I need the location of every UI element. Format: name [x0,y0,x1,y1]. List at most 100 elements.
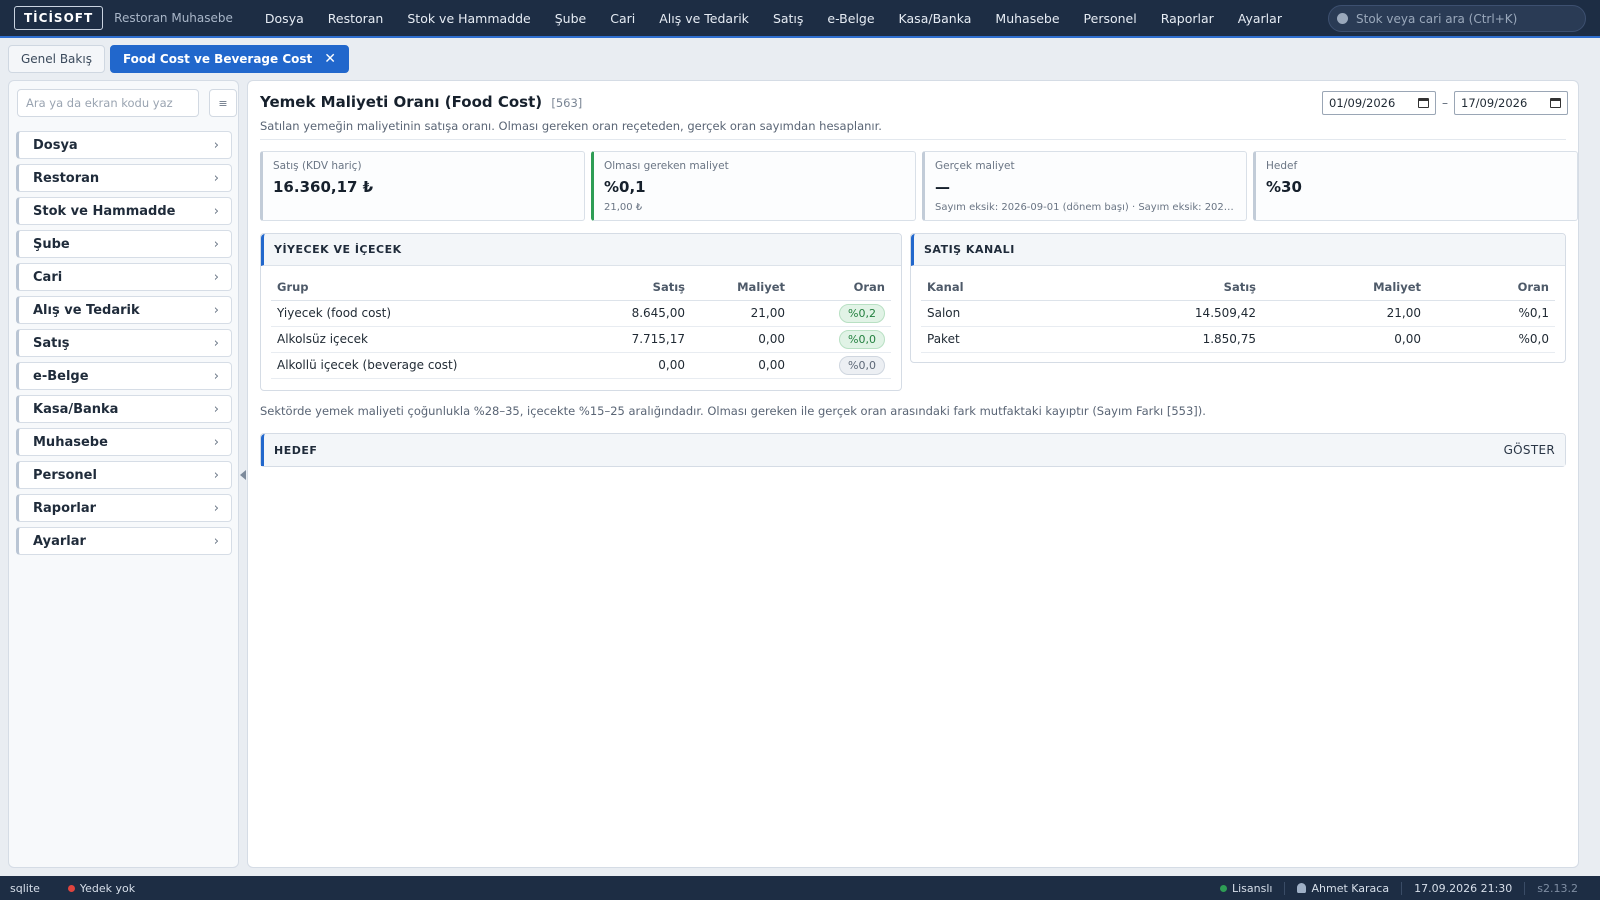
sidebar-item-ayarlar[interactable]: Ayarlar › [16,527,232,555]
cell-cost: 21,00 [691,300,791,327]
table-row[interactable]: Alkolsüz içecek 7.715,17 0,00 %0,0 [271,326,891,353]
column-header: Satış [571,274,691,301]
cell-channel: Paket [921,326,1081,353]
cell-sales: 14.509,42 [1081,300,1262,327]
date-range: 01/09/2026 – 17/09/2026 [1322,91,1568,115]
chevron-right-icon: › [213,467,219,483]
sidebar-item-personel[interactable]: Personel › [16,461,232,489]
user-name: Ahmet Karaca [1311,881,1390,895]
status-right: Lisanslı Ahmet Karaca 17.09.2026 21:30 s… [1208,881,1590,895]
menu-list-icon[interactable]: ≡ [209,89,237,117]
show-toggle-button[interactable]: GÖSTER [1504,443,1555,457]
date-separator: – [1442,96,1448,110]
date-to-field[interactable]: 17/09/2026 [1454,91,1568,115]
close-icon[interactable]: ✕ [324,51,336,67]
error-dot-icon [67,884,75,892]
sidebar-item-stok[interactable]: Stok ve Hammadde › [16,197,232,225]
card-header: HEDEF GÖSTER [261,434,1565,466]
sidebar-item-cari[interactable]: Cari › [16,263,232,291]
topnav-kasa[interactable]: Kasa/Banka [887,11,984,26]
sales-channel-card: SATIŞ KANALI Kanal Satış Maliyet Oran Sa… [910,233,1566,363]
divider [260,139,1566,140]
topnav-raporlar[interactable]: Raporlar [1149,11,1226,26]
topnav-cari[interactable]: Cari [598,11,647,26]
topnav-muhasebe[interactable]: Muhasebe [983,11,1071,26]
sidebar-item-label: Satış [33,335,70,351]
version-label: s2.13.2 [1537,881,1578,895]
kpi-value: — [935,178,950,196]
sidebar-collapse-handle[interactable] [240,470,246,480]
cell-sales: 7.715,17 [571,326,691,353]
kpi-note: Sayım eksik: 2026-09-01 (dönem başı) · S… [935,202,1236,213]
card-title: HEDEF [274,443,318,457]
page-title: Yemek Maliyeti Oranı (Food Cost) [563] [260,93,582,111]
sidebar-item-label: Alış ve Tedarik [33,302,140,318]
kpi-note: 21,00 ₺ [604,202,643,213]
sidebar-item-ebelge[interactable]: e-Belge › [16,362,232,390]
sidebar-search-input[interactable] [17,89,199,117]
topnav-ebelge[interactable]: e-Belge [815,11,886,26]
card-header: SATIŞ KANALI [911,234,1565,266]
card-title: SATIŞ KANALI [924,243,1015,256]
food-beverage-table: Grup Satış Maliyet Oran Yiyecek (food co… [271,274,891,379]
sidebar-item-label: Cari [33,269,63,285]
cell-sales: 8.645,00 [571,300,691,327]
sidebar-item-kasa[interactable]: Kasa/Banka › [16,395,232,423]
kpi-expected-cost: Olması gereken maliyet %0,1 21,00 ₺ [591,151,916,221]
user-status[interactable]: Ahmet Karaca [1284,881,1401,895]
sidebar-item-dosya[interactable]: Dosya › [16,131,232,159]
table-row[interactable]: Alkollü içecek (beverage cost) 0,00 0,00… [271,352,891,379]
ok-dot-icon [1220,884,1227,892]
date-to-value: 17/09/2026 [1461,96,1528,110]
sidebar-item-raporlar[interactable]: Raporlar › [16,494,232,522]
sidebar-item-label: Personel [33,467,97,483]
chevron-right-icon: › [213,434,219,450]
sidebar-item-satis[interactable]: Satış › [16,329,232,357]
tab-food-cost[interactable]: Food Cost ve Beverage Cost ✕ [109,45,349,73]
card-header: YİYECEK VE İÇECEK [261,234,901,266]
app-subtitle: Restoran Muhasebe [114,11,233,25]
app-logo[interactable]: TİCİSOFT [14,6,104,30]
topnav-ayarlar[interactable]: Ayarlar [1226,11,1294,26]
chevron-right-icon: › [213,269,219,285]
calendar-icon[interactable] [1550,98,1561,108]
tab-genel-bakis[interactable]: Genel Bakış [8,45,105,73]
sidebar-item-label: Muhasebe [33,434,108,450]
sidebar-item-restoran[interactable]: Restoran › [16,164,232,192]
sidebar-item-muhasebe[interactable]: Muhasebe › [16,428,232,456]
cell-sales: 1.850,75 [1081,326,1262,353]
topnav-dosya[interactable]: Dosya [253,11,316,26]
kpi-row: Satış (KDV hariç) 16.360,17 ₺ Olması ger… [260,151,1578,221]
cell-cost: 21,00 [1262,300,1427,327]
global-search-input[interactable] [1356,11,1576,26]
topnav-restoran[interactable]: Restoran [316,11,396,26]
date-from-field[interactable]: 01/09/2026 [1322,91,1436,115]
sidebar-menu: Dosya › Restoran › Stok ve Hammadde › Şube ›… [16,131,232,560]
topnav-sube[interactable]: Şube [543,11,598,26]
table-row[interactable]: Salon 14.509,42 21,00 %0,1 [921,300,1555,327]
sidebar-search-row: ≡ [17,89,237,117]
cell-ratio: %0,0 [1427,326,1555,353]
kpi-label: Hedef [1266,160,1298,172]
sidebar-item-label: Stok ve Hammadde [33,203,176,219]
page-title-text: Yemek Maliyeti Oranı (Food Cost) [260,93,543,111]
sidebar-item-sube[interactable]: Şube › [16,230,232,258]
table-row[interactable]: Yiyecek (food cost) 8.645,00 21,00 %0,2 [271,300,891,327]
sidebar-item-label: Restoran [33,170,100,186]
kpi-actual-cost: Gerçek maliyet — Sayım eksik: 2026-09-01… [922,151,1247,221]
license-label: Lisanslı [1232,881,1273,895]
table-header-row: Grup Satış Maliyet Oran [271,274,891,301]
topnav-stok[interactable]: Stok ve Hammadde [395,11,542,26]
sidebar-item-alis[interactable]: Alış ve Tedarik › [16,296,232,324]
topnav-personel[interactable]: Personel [1072,11,1149,26]
topnav-satis[interactable]: Satış [761,11,815,26]
table-row[interactable]: Paket 1.850,75 0,00 %0,0 [921,326,1555,353]
backup-status[interactable]: Yedek yok [67,882,135,895]
sidebar-item-label: Ayarlar [33,533,86,549]
cell-cost: 0,00 [691,326,791,353]
cell-ratio: %0,0 [791,352,891,379]
kpi-label: Gerçek maliyet [935,160,1015,172]
calendar-icon[interactable] [1418,98,1429,108]
topnav-alis[interactable]: Alış ve Tedarik [647,11,761,26]
cell-group: Alkolsüz içecek [271,326,571,353]
